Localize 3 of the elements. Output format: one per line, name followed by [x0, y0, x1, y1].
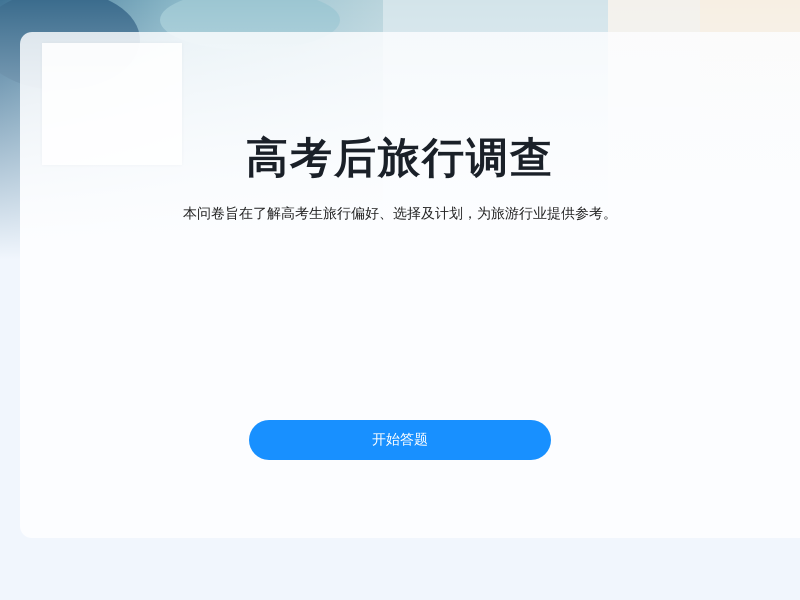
- start-button[interactable]: 开始答题: [249, 420, 551, 460]
- survey-description: 本问卷旨在了解高考生旅行偏好、选择及计划，为旅游行业提供参考。: [183, 205, 617, 224]
- survey-title: 高考后旅行调查: [246, 132, 554, 184]
